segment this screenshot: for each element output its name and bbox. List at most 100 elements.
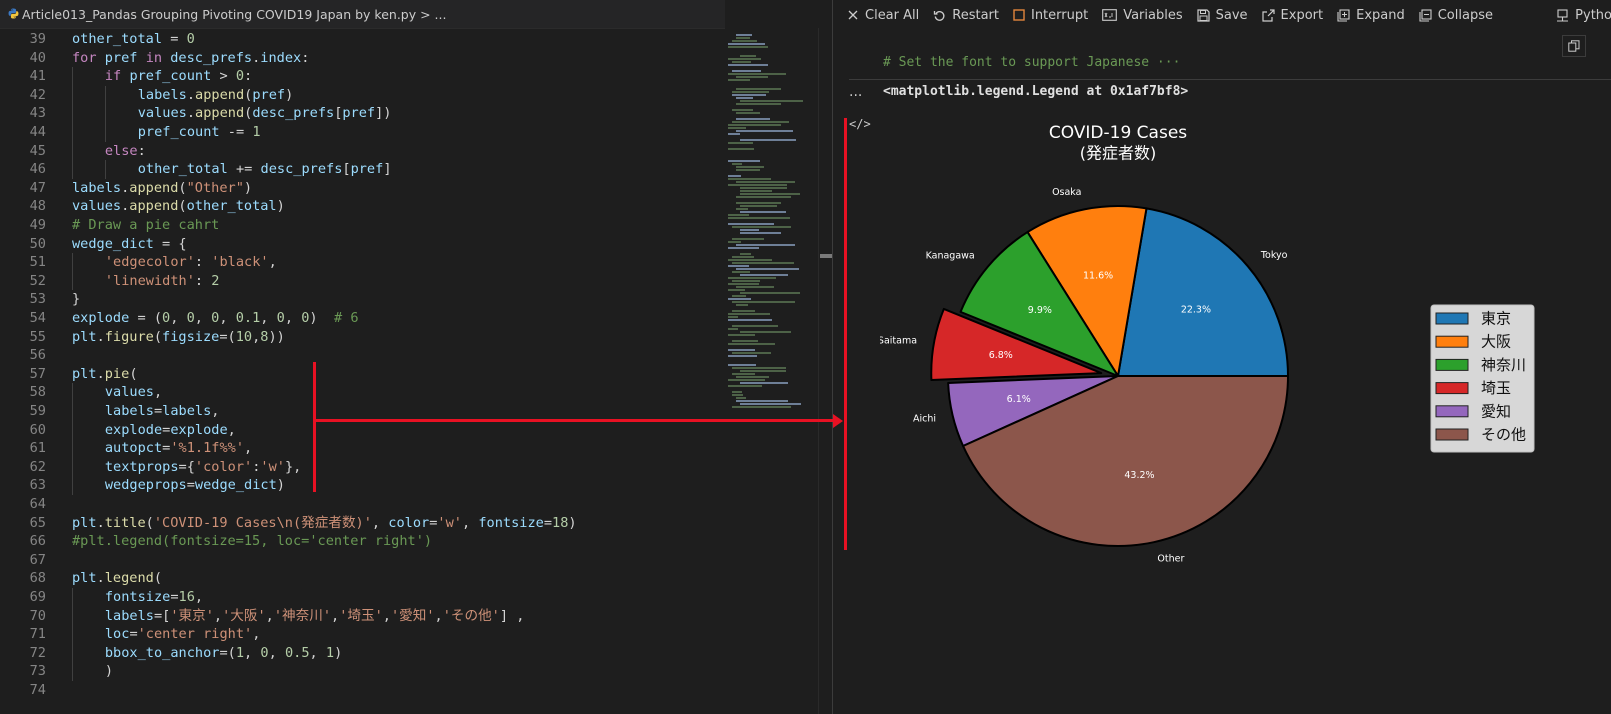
code-line[interactable]: 70 labels=['東京','大阪','神奈川','埼玉','愛知','その他…	[0, 606, 725, 626]
code-line[interactable]: 58 values,	[0, 383, 725, 402]
minimap[interactable]	[726, 28, 818, 418]
python-kernel-button[interactable]: Pytho	[1556, 0, 1611, 30]
code-text: 'linewidth': 2	[105, 272, 220, 291]
code-token: # Draw a pie cahrt	[72, 217, 220, 233]
clear-all-button[interactable]: Clear All	[847, 8, 919, 23]
pie-percent-label: 11.6%	[1083, 270, 1113, 281]
minimap-line	[728, 73, 786, 75]
indent-guide	[72, 625, 73, 644]
cell-code-preview[interactable]: # Set the font to support Japanese ···	[883, 55, 1180, 70]
line-number: 60	[29, 421, 46, 438]
code-line[interactable]: 43 values.append(desc_prefs[pref])	[0, 104, 725, 123]
code-token: ,	[371, 514, 389, 531]
code-text: else:	[105, 142, 146, 161]
code-line[interactable]: 49 # Draw a pie cahrt	[0, 216, 725, 235]
code-token: wedge_dict	[194, 477, 277, 494]
code-line[interactable]: 39 other_total = 0	[0, 30, 725, 49]
code-line[interactable]: 56	[0, 346, 725, 365]
code-text: }	[72, 290, 80, 309]
minimap-line	[732, 295, 746, 297]
code-token: ,	[244, 440, 253, 457]
code-toggle-icon[interactable]: </>	[849, 117, 871, 131]
code-line[interactable]: 60 explode=explode,	[0, 420, 725, 440]
export-button[interactable]: Export	[1261, 8, 1323, 23]
code-line[interactable]: 68 plt.legend(	[0, 569, 725, 588]
code-token: pref	[350, 161, 384, 178]
indent-guide	[72, 85, 73, 105]
code-line[interactable]: 53}	[0, 290, 725, 309]
code-text: bbox_to_anchor=(1, 0, 0.5, 1)	[105, 644, 342, 663]
code-line[interactable]: 45 else:	[0, 141, 725, 161]
code-line[interactable]: 61 autopct='%1.1f%%',	[0, 439, 725, 458]
code-token: +=	[227, 161, 261, 178]
line-number: 54	[29, 310, 46, 326]
minimap-line	[732, 91, 769, 93]
code-line[interactable]: 55 plt.figure(figsize=(10,8))	[0, 328, 725, 347]
code-line[interactable]: 71 loc='center right',	[0, 625, 725, 644]
code-line[interactable]: 42 labels.append(pref)	[0, 85, 725, 105]
minimap-line	[740, 55, 756, 57]
code-line[interactable]: 52 'linewidth': 2	[0, 271, 725, 291]
code-line[interactable]: 47 labels.append("Other")	[0, 179, 725, 198]
minimap-line	[732, 70, 761, 72]
code-text: textprops={'color':'w'},	[105, 458, 301, 477]
code-line[interactable]: 62 textprops={'color':'w'},	[0, 457, 725, 477]
code-line[interactable]: 57 plt.pie(	[0, 365, 725, 384]
code-text: #plt.legend(fontsize=15, loc='center rig…	[72, 532, 432, 551]
code-line[interactable]: 63 wedgeprops=wedge_dict)	[0, 476, 725, 495]
minimap-line	[740, 139, 796, 141]
copy-button[interactable]	[1562, 35, 1586, 57]
code-token: 16	[178, 589, 195, 605]
code-editor[interactable]: Article013_Pandas Grouping Pivoting COVI…	[0, 0, 725, 714]
code-token: ,	[194, 589, 204, 605]
code-line[interactable]: 50 wedge_dict = {	[0, 235, 725, 254]
code-line[interactable]: 48 values.append(other_total)	[0, 197, 725, 216]
interactive-toolbar: Clear All Restart Interrupt Variables Sa…	[833, 0, 1611, 30]
scrollbar-thumb[interactable]	[820, 254, 832, 258]
indent-guide	[72, 104, 73, 123]
restart-button[interactable]: Restart	[933, 8, 999, 23]
code-line[interactable]: 74	[0, 681, 725, 700]
code-line[interactable]: 67	[0, 551, 725, 570]
code-token: 10	[235, 328, 253, 345]
code-token: ,	[284, 310, 302, 326]
minimap-line	[736, 244, 795, 246]
code-line[interactable]: 73)	[0, 662, 725, 681]
indent-guide	[72, 402, 73, 421]
line-number: 56	[29, 347, 46, 364]
code-token: textprops	[104, 458, 179, 475]
variables-button[interactable]: Variables	[1102, 8, 1183, 23]
code-token: =	[129, 626, 138, 643]
indent-guide	[72, 383, 73, 402]
code-line[interactable]: 41 if pref_count > 0:	[0, 67, 725, 86]
code-token: pref_count	[129, 68, 212, 85]
code-token: (	[178, 179, 187, 196]
indent-guide	[72, 160, 73, 179]
editor-tab[interactable]: Article013_Pandas Grouping Pivoting COVI…	[0, 0, 458, 28]
code-token: ])	[375, 105, 392, 122]
code-line[interactable]: 59 labels=labels,	[0, 402, 725, 421]
code-line[interactable]: 40 for pref in desc_prefs.index:	[0, 49, 725, 68]
code-line[interactable]: 66 #plt.legend(fontsize=15, loc='center r…	[0, 532, 725, 551]
editor-scrollbar[interactable]	[818, 28, 833, 714]
code-token: values	[72, 198, 122, 215]
code-line[interactable]: 72 bbox_to_anchor=(1, 0, 0.5, 1)	[0, 643, 725, 663]
code-line[interactable]: 51 'edgecolor': 'black',	[0, 253, 725, 272]
save-button[interactable]: Save	[1197, 8, 1248, 23]
cell-more-actions[interactable]: ...	[849, 84, 862, 100]
collapse-button[interactable]: Collapse	[1419, 8, 1493, 23]
expand-button[interactable]: Expand	[1337, 8, 1405, 23]
variables-icon	[1102, 9, 1118, 21]
code-token: loc	[104, 626, 130, 643]
code-line[interactable]: 69 fontsize=16,	[0, 588, 725, 607]
annotation-marker-bar	[844, 118, 847, 550]
code-line[interactable]: 46 other_total += desc_prefs[pref]	[0, 160, 725, 179]
code-line[interactable]: 65 plt.title('COVID-19 Cases\n(発症者数)', co…	[0, 514, 725, 533]
interrupt-button[interactable]: Interrupt	[1013, 8, 1088, 23]
minimap-line	[732, 94, 766, 96]
code-line[interactable]: 44 pref_count -= 1	[0, 123, 725, 142]
code-line[interactable]: 64	[0, 495, 725, 514]
indent-guide	[72, 606, 73, 626]
code-line[interactable]: 54 explode = (0, 0, 0, 0.1, 0, 0) # 6	[0, 309, 725, 328]
minimap-line	[736, 88, 781, 90]
